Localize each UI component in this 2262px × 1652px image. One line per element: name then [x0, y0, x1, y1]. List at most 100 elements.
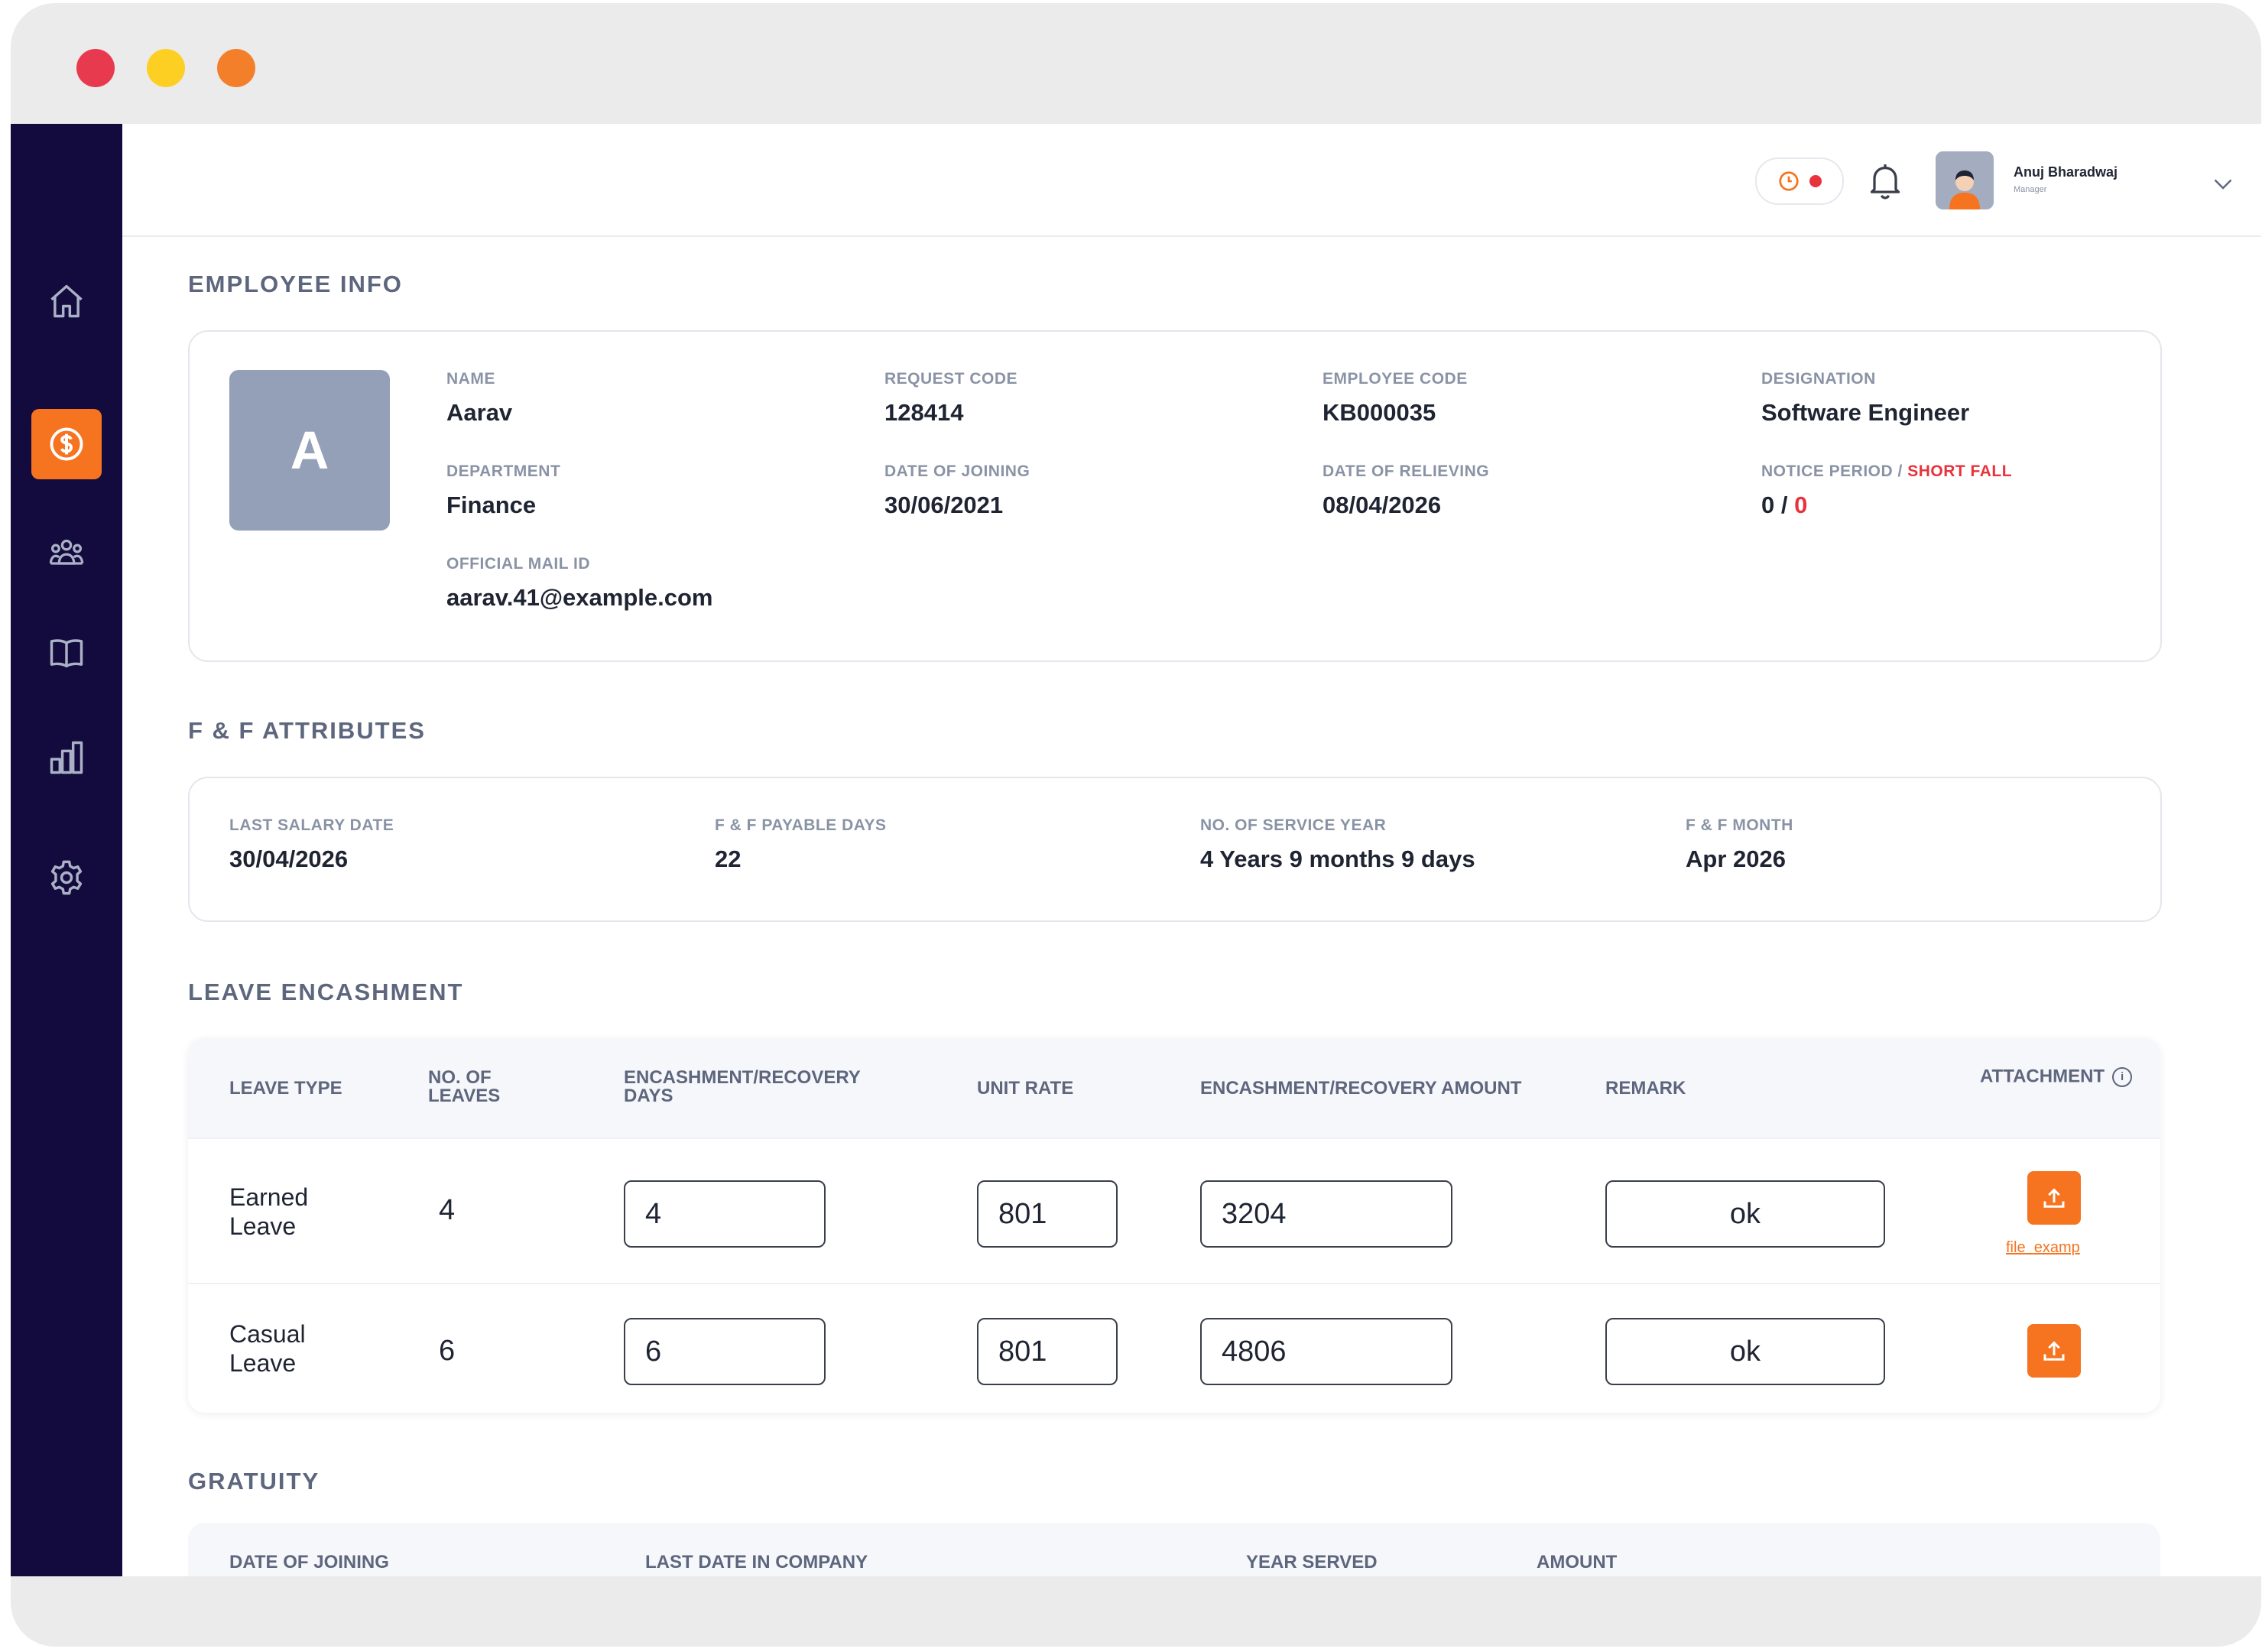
upload-icon: [2043, 1188, 2065, 1208]
col-leave-type: LEAVE TYPE: [229, 1078, 342, 1099]
encashment-amount-input[interactable]: 3204: [1200, 1180, 1452, 1248]
sidebar-item-settings[interactable]: [31, 842, 102, 913]
leave-type-line1: Earned: [229, 1183, 309, 1211]
col-no-of-leaves-line2: LEAVES: [428, 1086, 501, 1106]
file-link-part2[interactable]: examp: [2034, 1239, 2080, 1256]
no-of-leaves-earned: 4: [439, 1194, 456, 1226]
service-year-value: 4 Years 9 months 9 days: [1200, 845, 1475, 872]
upload-button[interactable]: [2027, 1324, 2081, 1378]
payable-days-value: 22: [715, 845, 742, 872]
department-label: DEPARTMENT: [446, 462, 561, 480]
ff-month-label: F & F MONTH: [1686, 816, 1793, 834]
app-window: Anuj Bharadwaj Manager EMPLOYEE INFO A N…: [11, 3, 2261, 1647]
date-of-relieving-value: 08/04/2026: [1322, 492, 1442, 518]
remark-input[interactable]: ok: [1605, 1318, 1885, 1385]
name-label: NAME: [446, 370, 495, 388]
leave-type-earned: Earned Leave: [229, 1183, 308, 1241]
short-fall-value-text: 0: [1794, 492, 1808, 518]
sidebar-item-home[interactable]: [31, 266, 102, 336]
employee-info-title: EMPLOYEE INFO: [188, 271, 403, 297]
upload-button[interactable]: [2027, 1171, 2081, 1225]
date-of-relieving-label: DATE OF RELIEVING: [1322, 462, 1490, 480]
team-icon: [49, 539, 84, 565]
remark-input[interactable]: ok: [1605, 1180, 1885, 1248]
minimize-window-button[interactable]: [147, 49, 185, 87]
ff-attributes-title: F & F ATTRIBUTES: [188, 717, 426, 744]
col-enc-days-line2: DAYS: [624, 1086, 673, 1106]
user-name[interactable]: Anuj Bharadwaj: [2014, 164, 2118, 180]
sidebar-item-team[interactable]: [31, 518, 102, 589]
name-value: Aarav: [446, 399, 513, 426]
attendance-timer-button[interactable]: [1755, 157, 1844, 205]
table-header: LEAVE TYPE NO. OF LEAVES ENCASHMENT/RECO…: [188, 1038, 2160, 1138]
notice-period-label-text: NOTICE PERIOD /: [1761, 462, 1903, 480]
gratuity-title: GRATUITY: [188, 1468, 320, 1495]
service-year-label: NO. OF SERVICE YEAR: [1200, 816, 1387, 834]
short-fall-label-text: SHORT FALL: [1907, 462, 2013, 480]
gratuity-table: DATE OF JOINING LAST DATE IN COMPANY YEA…: [188, 1523, 2160, 1576]
clock-icon: [1779, 171, 1799, 191]
col-enc-amount: ENCASHMENT/RECOVERY AMOUNT: [1200, 1078, 1522, 1099]
notice-period-value-text: 0 /: [1761, 492, 1788, 518]
employee-avatar: A: [229, 370, 390, 531]
app-content: Anuj Bharadwaj Manager EMPLOYEE INFO A N…: [11, 124, 2261, 1576]
upload-icon: [2043, 1341, 2065, 1361]
close-window-button[interactable]: [76, 49, 115, 87]
last-salary-date-value: 30/04/2026: [229, 845, 349, 872]
col-year-served: YEAR SERVED: [1246, 1552, 1378, 1572]
gear-icon: [50, 860, 83, 895]
recording-indicator-icon: [1809, 175, 1822, 187]
col-remark: REMARK: [1605, 1078, 1686, 1099]
date-of-joining-label: DATE OF JOINING: [884, 462, 1030, 480]
request-code-value: 128414: [884, 399, 964, 426]
encashment-amount-input[interactable]: 4806: [1200, 1318, 1452, 1385]
col-date-of-joining: DATE OF JOINING: [229, 1552, 389, 1572]
col-enc-days-line1: ENCASHMENT/RECOVERY: [624, 1067, 861, 1088]
unit-rate-input[interactable]: 801: [977, 1180, 1118, 1248]
bell-icon[interactable]: [1864, 159, 1907, 202]
col-attachment: ATTACHMENT i: [1980, 1066, 2133, 1087]
user-avatar-icon: [1936, 151, 1994, 209]
home-icon: [50, 284, 83, 318]
unit-rate-input[interactable]: 801: [977, 1318, 1118, 1385]
avatar[interactable]: [1936, 151, 1994, 209]
col-amount: AMOUNT: [1537, 1552, 1618, 1572]
designation-value: Software Engineer: [1761, 399, 1970, 426]
department-value: Finance: [446, 492, 537, 518]
file-link-part1[interactable]: file: [2006, 1239, 2026, 1256]
employee-code-label: EMPLOYEE CODE: [1322, 370, 1468, 388]
attachment-file-link[interactable]: file examp: [2006, 1239, 2080, 1257]
chevron-down-icon[interactable]: [2209, 170, 2237, 197]
designation-label: DESIGNATION: [1761, 370, 1876, 388]
book-icon: [50, 639, 83, 668]
encashment-days-input[interactable]: 6: [624, 1318, 826, 1385]
sidebar: [11, 124, 122, 1576]
sidebar-item-docs[interactable]: [31, 618, 102, 688]
col-attachment-label: ATTACHMENT: [1980, 1066, 2105, 1087]
no-of-leaves-casual: 6: [439, 1335, 456, 1367]
employee-code-value: KB000035: [1322, 399, 1436, 426]
sidebar-item-payroll[interactable]: [31, 409, 102, 479]
sidebar-item-reports[interactable]: [31, 722, 102, 793]
maximize-window-button[interactable]: [217, 49, 255, 87]
notice-period-value: 0 / 0: [1761, 492, 1807, 519]
info-icon[interactable]: i: [2112, 1067, 2133, 1087]
request-code-label: REQUEST CODE: [884, 370, 1018, 388]
col-last-date: LAST DATE IN COMPANY: [645, 1552, 868, 1572]
leave-type-line1: Casual: [229, 1320, 306, 1348]
ff-attributes-card: [188, 777, 2162, 922]
leave-type-casual: Casual Leave: [229, 1319, 306, 1378]
ff-month-value: Apr 2026: [1686, 845, 1786, 872]
date-of-joining-value: 30/06/2021: [884, 492, 1004, 518]
official-mail-label: OFFICIAL MAIL ID: [446, 555, 591, 573]
payable-days-label: F & F PAYABLE DAYS: [715, 816, 887, 834]
row-divider: [188, 1283, 2160, 1284]
leave-encashment-title: LEAVE ENCASHMENT: [188, 979, 464, 1005]
notice-period-label: NOTICE PERIOD / SHORT FALL: [1761, 462, 2012, 481]
user-role: Manager: [2014, 185, 2047, 194]
last-salary-date-label: LAST SALARY DATE: [229, 816, 394, 834]
row-divider: [188, 1138, 2160, 1139]
leave-encashment-table: LEAVE TYPE NO. OF LEAVES ENCASHMENT/RECO…: [188, 1038, 2160, 1413]
encashment-days-input[interactable]: 4: [624, 1180, 826, 1248]
dollar-icon: [50, 427, 83, 461]
